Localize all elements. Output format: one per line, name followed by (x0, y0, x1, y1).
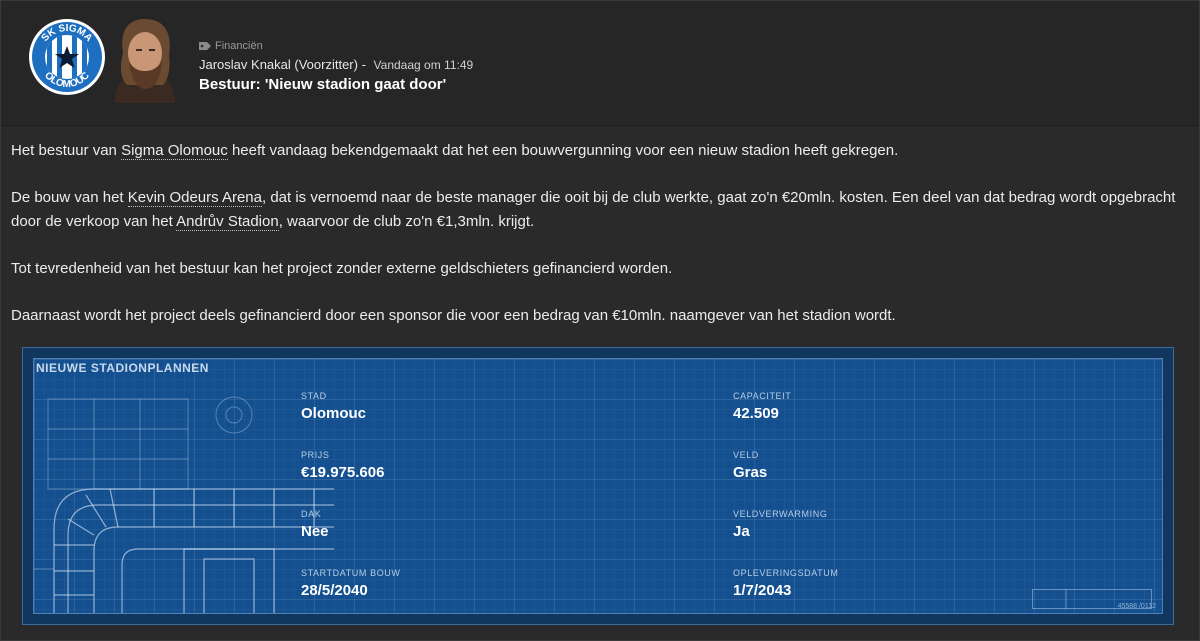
p2-text-1: De bouw van het (11, 189, 128, 206)
message-header: SK SIGMA OLOMOUC Financiën Jaroslav Knak… (1, 1, 1199, 126)
field-oplevering-label: OPLEVERINGSDATUM (733, 568, 839, 578)
body-paragraph-1: Het bestuur van Sigma Olomouc heeft vand… (11, 139, 1191, 163)
field-prijs-label: PRIJS (301, 450, 330, 460)
field-startdatum: STARTDATUM BOUW 28/5/2040 (301, 568, 401, 599)
person-avatar-icon[interactable] (105, 15, 185, 103)
message-body: Het bestuur van Sigma Olomouc heeft vand… (11, 139, 1191, 351)
field-veld: VELD Gras (733, 450, 767, 481)
body-paragraph-3: Tot tevredenheid van het bestuur kan het… (11, 260, 673, 277)
field-oplevering-value: 1/7/2043 (733, 582, 792, 599)
message-category-label: Financiën (215, 40, 263, 52)
p1-text-after: heeft vandaag bekendgemaakt dat het een … (227, 142, 899, 159)
club-logo-icon[interactable]: SK SIGMA OLOMOUC (27, 17, 107, 97)
field-veld-label: VELD (733, 450, 759, 460)
club-link[interactable]: Sigma Olomouc (121, 142, 228, 160)
tag-icon (199, 42, 211, 50)
field-prijs: PRIJS €19.975.606 (301, 450, 384, 481)
field-startdatum-label: STARTDATUM BOUW (301, 568, 401, 578)
body-paragraph-4: Daarnaast wordt het project deels gefina… (11, 307, 896, 324)
sender-name[interactable]: Jaroslav Knakal (Voorzitter) (199, 57, 358, 72)
field-oplevering: OPLEVERINGSDATUM 1/7/2043 (733, 568, 838, 599)
sender-separator: - (361, 57, 366, 72)
field-dak-label: DAK (301, 509, 322, 519)
field-veldverwarming: VELDVERWARMING Ja (733, 509, 827, 540)
sender-line: Jaroslav Knakal (Voorzitter) - Vandaag o… (199, 57, 473, 72)
field-veld-value: Gras (733, 464, 768, 481)
blueprint-stamp-code: 45588 /0112 (1117, 603, 1156, 610)
body-paragraph-2: De bouw van het Kevin Odeurs Arena, dat … (11, 186, 1191, 234)
field-startdatum-value: 28/5/2040 (301, 582, 368, 599)
message-window: SK SIGMA OLOMOUC Financiën Jaroslav Knak… (0, 0, 1200, 641)
p1-text-before: Het bestuur van (11, 142, 122, 159)
old-stadium-link[interactable]: Andrův Stadion (176, 213, 279, 231)
field-veldverwarming-label: VELDVERWARMING (733, 509, 828, 519)
field-capaciteit: CAPACITEIT 42.509 (733, 391, 791, 422)
stadium-plan-panel: NIEUWE STADIONPLANNEN STAD Olomouc PRIJS… (22, 347, 1174, 625)
new-stadium-link[interactable]: Kevin Odeurs Arena (127, 189, 262, 207)
message-time: Vandaag om 11:49 (373, 58, 474, 72)
field-stad-label: STAD (301, 391, 327, 401)
stadium-plan-title: NIEUWE STADIONPLANNEN (36, 361, 209, 375)
field-veldverwarming-value: Ja (733, 523, 750, 540)
field-stad: STAD Olomouc (301, 391, 366, 422)
field-capaciteit-label: CAPACITEIT (733, 391, 792, 401)
stadium-plan-blueprint: NIEUWE STADIONPLANNEN STAD Olomouc PRIJS… (33, 358, 1163, 614)
field-dak-value: Nee (301, 523, 329, 540)
stadium-blueprint-drawing (34, 396, 334, 613)
message-meta: Financiën Jaroslav Knakal (Voorzitter) -… (199, 39, 473, 93)
message-category[interactable]: Financiën (199, 39, 473, 53)
p2-text-3: , waarvoor de club zo'n €1,3mln. krijgt. (278, 213, 535, 230)
field-stad-value[interactable]: Olomouc (301, 405, 366, 422)
field-dak: DAK Nee (301, 509, 329, 540)
message-subject: Bestuur: 'Nieuw stadion gaat door' (199, 76, 447, 93)
field-capaciteit-value: 42.509 (733, 405, 779, 422)
field-prijs-value: €19.975.606 (301, 464, 385, 481)
